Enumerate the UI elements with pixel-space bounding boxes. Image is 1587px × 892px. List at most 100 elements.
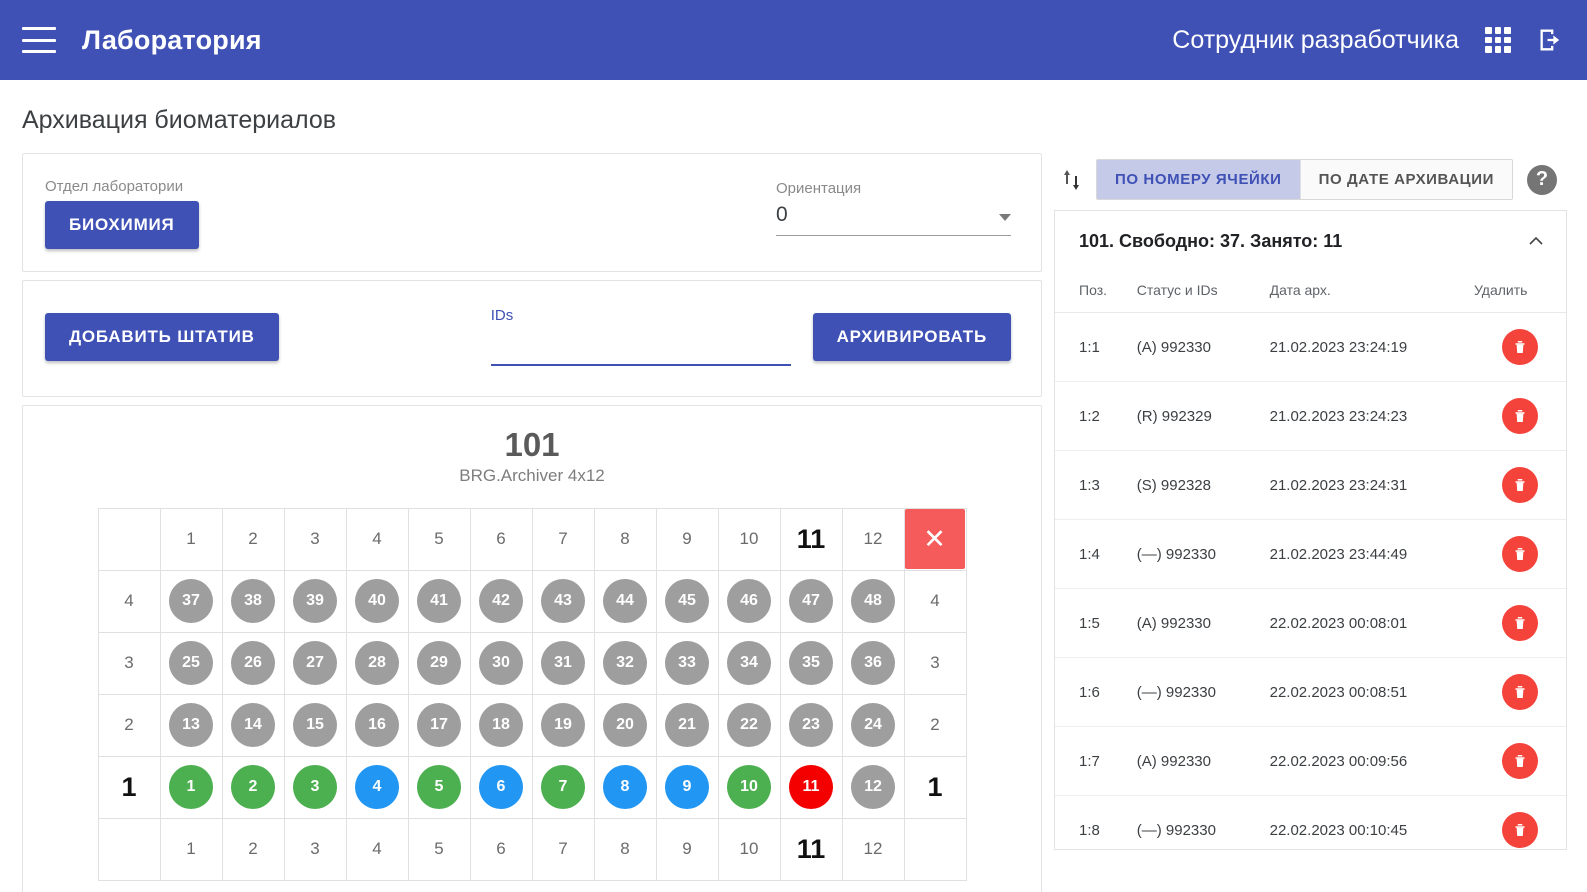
rack-position-chip-20[interactable]: 20 (603, 703, 647, 748)
rack-column-header-3[interactable]: 3 (283, 817, 347, 881)
rack-column-header-3[interactable]: 3 (283, 507, 347, 571)
rack-column-header-1[interactable]: 1 (159, 507, 223, 571)
trash-icon[interactable] (1502, 536, 1538, 572)
table-row[interactable]: 1:8 (—) 992330 22.02.2023 00:10:45 (1055, 795, 1566, 849)
rack-position-chip-40[interactable]: 40 (355, 579, 399, 624)
rack-position-chip-1[interactable]: 1 (169, 765, 213, 810)
rack-position-chip-17[interactable]: 17 (417, 703, 461, 748)
rack-position-chip-41[interactable]: 41 (417, 579, 461, 624)
rack-column-header-6[interactable]: 6 (469, 817, 533, 881)
rack-position-chip-39[interactable]: 39 (293, 579, 337, 624)
add-rack-button[interactable]: ДОБАВИТЬ ШТАТИВ (45, 312, 279, 361)
rack-column-header-10[interactable]: 10 (717, 817, 781, 881)
rack-column-header-5[interactable]: 5 (407, 507, 471, 571)
table-row[interactable]: 1:6 (—) 992330 22.02.2023 00:08:51 (1055, 657, 1566, 727)
trash-icon[interactable] (1502, 743, 1538, 779)
rack-position-chip-30[interactable]: 30 (479, 641, 523, 686)
help-circle-icon[interactable]: ? (1527, 164, 1557, 195)
tab-by-archive-date[interactable]: ПО ДАТЕ АРХИВАЦИИ (1300, 160, 1512, 199)
rack-position-chip-29[interactable]: 29 (417, 641, 461, 686)
logout-icon[interactable] (1537, 26, 1565, 54)
rack-column-header-9[interactable]: 9 (655, 817, 719, 881)
rack-position-chip-43[interactable]: 43 (541, 579, 585, 624)
table-row[interactable]: 1:2 (R) 992329 21.02.2023 23:24:23 (1055, 381, 1566, 451)
rack-position-chip-34[interactable]: 34 (727, 641, 771, 686)
rack-position-chip-24[interactable]: 24 (851, 703, 895, 748)
rack-position-chip-26[interactable]: 26 (231, 641, 275, 686)
rack-position-chip-47[interactable]: 47 (789, 579, 833, 624)
rack-position-chip-10[interactable]: 10 (727, 765, 771, 810)
trash-icon[interactable] (1502, 812, 1538, 848)
rack-close-icon[interactable]: ✕ (904, 509, 965, 570)
rack-row-label-3[interactable]: 3 (97, 631, 161, 695)
rack-position-chip-21[interactable]: 21 (665, 703, 709, 748)
trash-icon[interactable] (1502, 605, 1538, 641)
rack-position-chip-22[interactable]: 22 (727, 703, 771, 748)
rack-position-chip-31[interactable]: 31 (541, 641, 585, 686)
rack-column-header-12[interactable]: 12 (841, 507, 905, 571)
rack-column-header-7[interactable]: 7 (531, 817, 595, 881)
rack-position-chip-36[interactable]: 36 (851, 641, 895, 686)
rack-column-header-8[interactable]: 8 (593, 817, 657, 881)
rack-position-chip-19[interactable]: 19 (541, 703, 585, 748)
hamburger-menu-icon[interactable] (22, 27, 56, 53)
table-row[interactable]: 1:4 (—) 992330 21.02.2023 23:44:49 (1055, 519, 1566, 589)
tab-by-cell-number[interactable]: ПО НОМЕРУ ЯЧЕЙКИ (1097, 160, 1301, 199)
trash-icon[interactable] (1502, 467, 1538, 503)
rack-column-header-2[interactable]: 2 (221, 507, 285, 571)
rack-row-label-right-1[interactable]: 1 (903, 755, 967, 819)
rack-position-chip-7[interactable]: 7 (541, 765, 585, 810)
rack-position-chip-33[interactable]: 33 (665, 641, 709, 686)
department-button[interactable]: БИОХИМИЯ (45, 201, 199, 249)
rack-row-label-4[interactable]: 4 (97, 569, 161, 633)
rack-column-header-9[interactable]: 9 (655, 507, 719, 571)
apps-grid-icon[interactable] (1485, 27, 1511, 53)
rack-column-header-11[interactable]: 11 (779, 507, 843, 571)
rack-column-header-12[interactable]: 12 (841, 817, 905, 881)
rack-position-chip-25[interactable]: 25 (169, 641, 213, 686)
rack-column-header-5[interactable]: 5 (407, 817, 471, 881)
panel-header[interactable]: 101. Свободно: 37. Занято: 11 (1055, 211, 1566, 272)
trash-icon[interactable] (1502, 674, 1538, 710)
rack-position-chip-14[interactable]: 14 (231, 703, 275, 748)
rack-position-chip-12[interactable]: 12 (851, 765, 895, 810)
rack-position-chip-8[interactable]: 8 (603, 765, 647, 810)
rack-position-chip-2[interactable]: 2 (231, 765, 275, 810)
rack-position-chip-23[interactable]: 23 (789, 703, 833, 748)
rack-row-label-2[interactable]: 2 (97, 693, 161, 757)
rack-column-header-7[interactable]: 7 (531, 507, 595, 571)
trash-icon[interactable] (1502, 398, 1538, 434)
rack-position-chip-42[interactable]: 42 (479, 579, 523, 624)
table-row[interactable]: 1:3 (S) 992328 21.02.2023 23:24:31 (1055, 450, 1566, 520)
rack-column-header-4[interactable]: 4 (345, 507, 409, 571)
rack-position-chip-35[interactable]: 35 (789, 641, 833, 686)
rack-position-chip-32[interactable]: 32 (603, 641, 647, 686)
rack-row-label-right-3[interactable]: 3 (903, 631, 967, 695)
rack-position-chip-4[interactable]: 4 (355, 765, 399, 810)
archive-button[interactable]: АРХИВИРОВАТЬ (812, 312, 1011, 361)
rack-position-chip-27[interactable]: 27 (293, 641, 337, 686)
rack-position-chip-46[interactable]: 46 (727, 579, 771, 624)
rack-position-chip-15[interactable]: 15 (293, 703, 337, 748)
rack-column-header-11[interactable]: 11 (779, 817, 843, 881)
rack-position-chip-38[interactable]: 38 (231, 579, 275, 624)
rack-column-header-6[interactable]: 6 (469, 507, 533, 571)
chevron-up-icon[interactable] (1528, 234, 1544, 250)
rack-row-label-right-4[interactable]: 4 (903, 569, 967, 633)
table-row[interactable]: 1:1 (A) 992330 21.02.2023 23:24:19 (1055, 312, 1566, 382)
rack-column-header-8[interactable]: 8 (593, 507, 657, 571)
rack-position-chip-18[interactable]: 18 (479, 703, 523, 748)
rack-position-chip-45[interactable]: 45 (665, 579, 709, 624)
sort-arrows-icon[interactable] (1060, 167, 1084, 193)
rack-position-chip-44[interactable]: 44 (603, 579, 647, 624)
rack-position-chip-13[interactable]: 13 (169, 703, 213, 748)
trash-icon[interactable] (1502, 329, 1538, 365)
rack-position-chip-48[interactable]: 48 (851, 579, 895, 624)
orientation-select[interactable]: 0 (776, 203, 1011, 236)
rack-column-header-1[interactable]: 1 (159, 817, 223, 881)
table-row[interactable]: 1:7 (A) 992330 22.02.2023 00:09:56 (1055, 726, 1566, 796)
rack-position-chip-37[interactable]: 37 (169, 579, 213, 624)
rack-position-chip-28[interactable]: 28 (355, 641, 399, 686)
rack-column-header-10[interactable]: 10 (717, 507, 781, 571)
table-row[interactable]: 1:5 (A) 992330 22.02.2023 00:08:01 (1055, 588, 1566, 658)
